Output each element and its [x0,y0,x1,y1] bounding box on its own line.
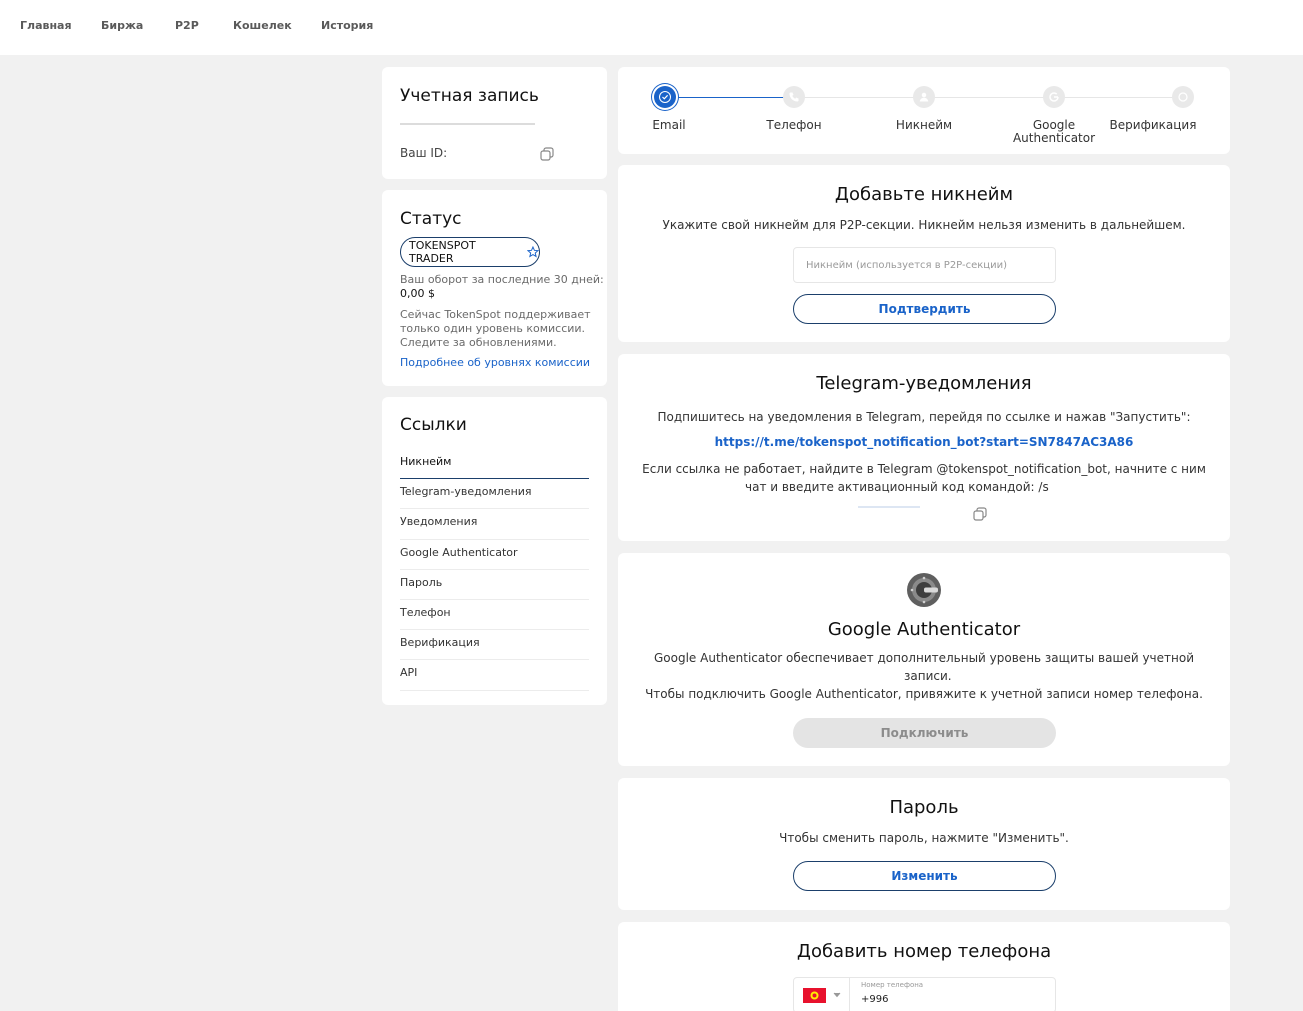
google-icon [1049,92,1059,102]
step-label-nickname: Никнейм [895,118,953,132]
account-title: Учетная запись [400,86,539,106]
commission-note-3: Следите за обновлениями. [400,336,557,349]
link-item-phone[interactable]: Телефон [400,600,589,631]
nav-history[interactable]: История [321,19,373,32]
google-authenticator-logo-icon [907,573,941,607]
google-auth-desc-line2: записи. [904,669,952,683]
user-icon [919,92,929,102]
phone-field-label: Номер телефона [861,981,924,989]
telegram-card: Telegram-уведомления Подпишитесь на увед… [618,354,1230,541]
country-code-select[interactable] [794,978,850,1011]
password-title: Пароль [889,797,959,818]
step-label-phone: Телефон [766,118,822,132]
google-auth-card: Google Authenticator Google Authenticato… [618,553,1230,766]
link-item-password[interactable]: Пароль [400,570,589,600]
link-item-telegram[interactable]: Telegram-уведомления [400,479,589,510]
setup-steps-card: Email Телефон Никнейм Google Authenticat… [618,67,1230,154]
status-card: Статус TOKENSPOT TRADER Ваш оборот за по… [382,190,607,386]
step-email[interactable] [654,86,676,108]
google-auth-desc-line3: Чтобы подключить Google Authenticator, п… [645,687,1203,701]
nickname-card: Добавьте никнейм Укажите свой никнейм дл… [618,165,1230,342]
step-label-verification: Верификация [1109,118,1197,132]
link-item-nickname[interactable]: Никнейм [400,449,589,480]
nickname-input[interactable] [793,247,1056,283]
user-id-label: Ваш ID: [400,146,448,160]
copy-code-icon[interactable] [973,507,987,521]
links-title: Ссылки [400,415,467,435]
nav-p2p[interactable]: P2P [175,19,199,32]
step-label-google-auth: Google Authenticator [1004,119,1104,145]
phone-title: Добавить номер телефона [796,941,1052,962]
nav-home[interactable]: Главная [20,19,72,32]
chevron-down-icon [833,992,841,998]
change-password-button[interactable]: Изменить [793,861,1056,891]
link-item-api[interactable]: API [400,660,589,691]
kyrgyzstan-flag-icon [803,987,826,1003]
step-google-auth[interactable] [1043,86,1065,108]
star-icon [527,246,539,258]
telegram-title: Telegram-уведомления [816,373,1032,394]
step-progress-remaining [794,97,1184,98]
link-item-google-auth[interactable]: Google Authenticator [400,540,589,570]
google-auth-desc-line1: Google Authenticator обеспечивает дополн… [654,651,1194,665]
telegram-fallback-line1: Если ссылка не работает, найдите в Teleg… [642,462,1206,476]
links-list: Никнейм Telegram-уведомления Уведомления… [400,449,589,691]
confirm-nickname-button[interactable]: Подтвердить [793,294,1056,324]
masked-email [400,123,535,125]
phone-card: Добавить номер телефона Номер телефона +… [618,922,1230,1011]
shield-icon [1178,92,1188,102]
phone-field-value: +996 [861,994,889,1005]
status-title: Статус [400,209,462,229]
step-label-email: Email [652,118,686,132]
commission-note-1: Сейчас TokenSpot поддерживает [400,308,591,321]
google-auth-title: Google Authenticator [827,619,1021,640]
link-item-notifications[interactable]: Уведомления [400,509,589,540]
telegram-description: Подпишитесь на уведомления в Telegram, п… [657,410,1191,424]
step-nickname[interactable] [913,86,935,108]
phone-number-field[interactable]: Номер телефона +996 [793,977,1056,1011]
nickname-title: Добавьте никнейм [834,184,1014,205]
step-label-google-auth-line2: Authenticator [1012,131,1096,145]
account-card: Учетная запись Ваш ID: [382,67,607,179]
links-card: Ссылки Никнейм Telegram-уведомления Увед… [382,397,607,705]
nav-exchange[interactable]: Биржа [101,19,143,32]
step-progress-done [676,97,794,98]
nav-wallet[interactable]: Кошелек [233,19,292,32]
connect-google-auth-button[interactable]: Подключить [793,718,1056,748]
nickname-description: Укажите свой никнейм для P2P-секции. Ник… [662,218,1186,232]
step-phone[interactable] [783,86,805,108]
commission-note-2: только один уровень комиссии. [400,322,586,335]
telegram-bot-link[interactable]: https://t.me/tokenspot_notification_bot?… [618,435,1230,449]
masked-activation-code [858,506,920,508]
copy-id-icon[interactable] [540,147,554,161]
turnover-label: Ваш оборот за последние 30 дней: [400,273,604,286]
top-navigation: Главная Биржа P2P Кошелек История [0,0,1303,55]
check-icon [659,91,671,103]
password-description: Чтобы сменить пароль, нажмите "Изменить"… [779,831,1069,845]
turnover-value: 0,00 $ [400,287,435,300]
trader-level-badge[interactable]: TOKENSPOT TRADER [400,237,540,267]
trader-level-text: TOKENSPOT TRADER [409,239,476,265]
telegram-fallback-line2: чат и введите активационный код командой… [745,480,1049,494]
step-verification[interactable] [1172,86,1194,108]
phone-icon [789,92,799,102]
link-item-verification[interactable]: Верификация [400,630,589,661]
commission-levels-link[interactable]: Подробнее об уровнях комиссии [400,356,590,369]
password-card: Пароль Чтобы сменить пароль, нажмите "Из… [618,778,1230,910]
